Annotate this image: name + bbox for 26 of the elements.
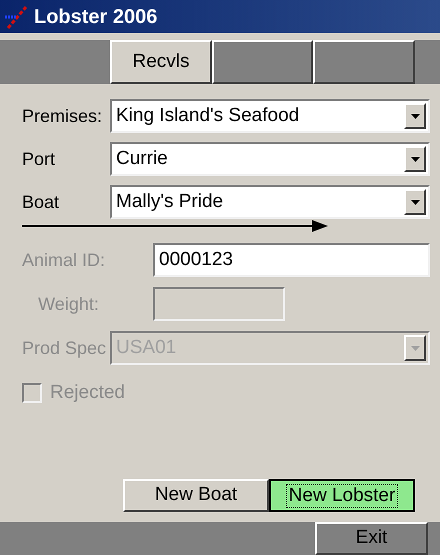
action-button[interactable]: New Boat [123,479,269,512]
field-label: Animal ID: [22,248,106,272]
blank-tab[interactable] [313,40,415,84]
dropdown-field[interactable]: King Island's Seafood [110,99,430,133]
dropdown-button[interactable] [404,189,426,215]
caret-icon [410,346,420,350]
dropdown-button[interactable] [404,146,426,172]
dropdown-button[interactable] [404,103,426,129]
field-label: Prod Spec [22,336,106,360]
dropdown-field[interactable]: Mally's Pride [110,185,430,219]
caret-icon [410,156,420,162]
field-label: Weight: [38,292,99,316]
caret-icon [410,200,420,204]
action-button[interactable]: New Lobster [269,479,415,512]
blank-tab[interactable] [212,40,313,84]
checkbox-label: Rejected [50,381,125,405]
field-label: Port [22,148,56,170]
dropdown-field[interactable]: Currie [110,142,430,176]
caret-icon [410,114,420,118]
field-label: Premises: [22,104,102,128]
tab[interactable]: Recvls [110,40,212,84]
exit-button[interactable]: Exit [315,522,428,555]
field-label: Boat [22,190,60,214]
input-field[interactable]: 0000123 [153,243,430,277]
app-icon [4,4,30,30]
window-title: Lobster 2006 [34,4,158,30]
